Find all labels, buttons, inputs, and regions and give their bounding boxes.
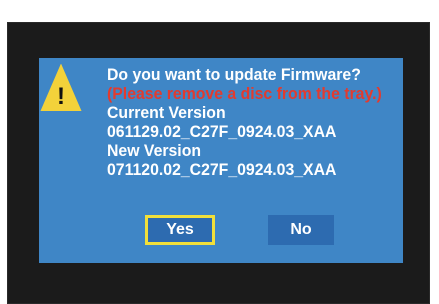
no-button[interactable]: No [268,215,334,245]
disc-warning-text: (Please remove a disc from the tray.) [107,84,382,103]
yes-button[interactable]: Yes [145,215,215,245]
current-version-value: 061129.02_C27F_0924.03_XAA [107,122,337,141]
current-version-label: Current Version [107,103,226,122]
dialog-title: Do you want to update Firmware? [107,65,361,84]
new-version-value: 071120.02_C27F_0924.03_XAA [107,160,337,179]
dialog-message: Do you want to update Firmware? (Please … [107,65,382,179]
svg-text:!: ! [57,83,65,110]
new-version-label: New Version [107,141,202,160]
warning-icon: ! [40,63,82,114]
